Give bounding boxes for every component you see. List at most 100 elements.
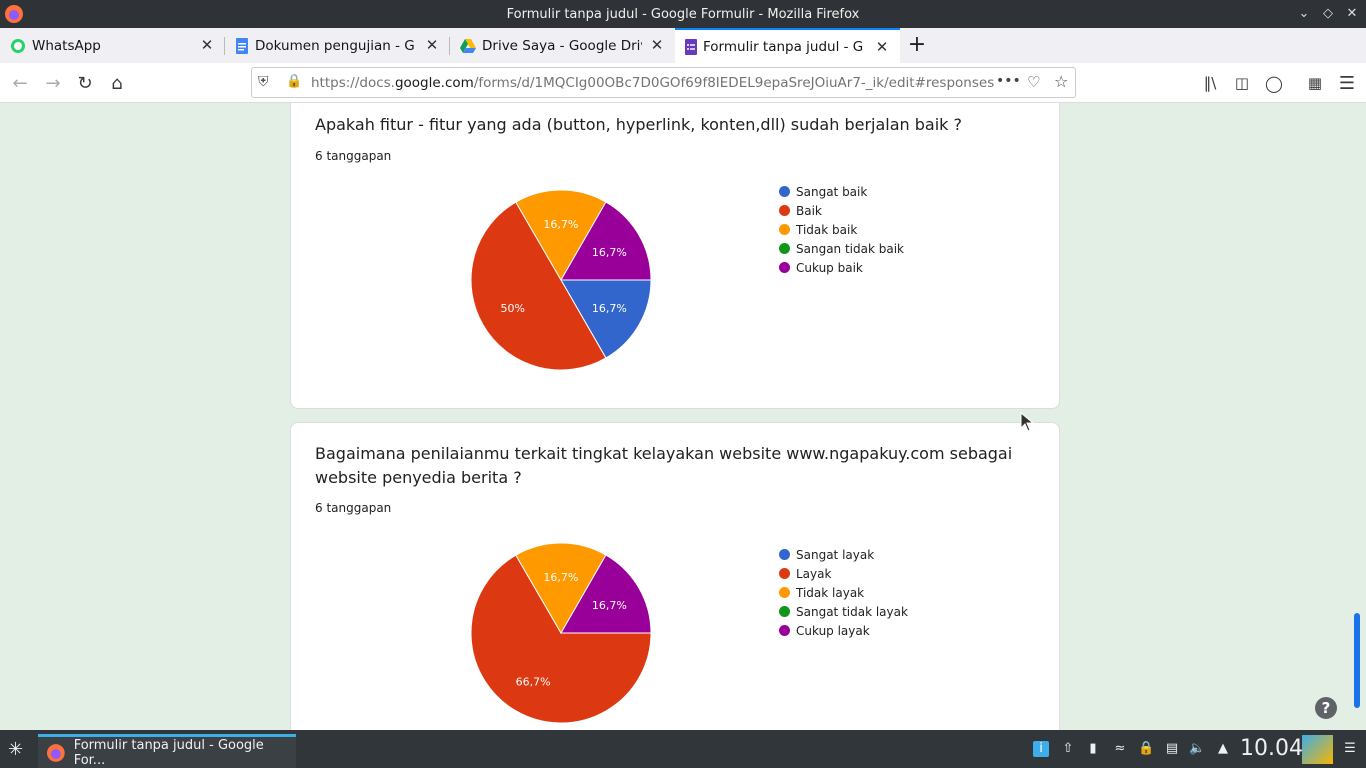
lock-icon[interactable]: 🔒	[286, 74, 302, 89]
pie-slice-label: 16,7%	[543, 571, 578, 584]
tab-formulir[interactable]: Formulir tanpa judul - Goo ✕	[675, 28, 900, 63]
google-drive-icon	[460, 38, 476, 53]
pie-slice-label: 16,7%	[592, 302, 627, 315]
taskbar: ✳ Formulir tanpa judul - Google For... i…	[0, 730, 1366, 768]
library-icon[interactable]: ‖\	[1198, 71, 1222, 95]
legend-dot	[779, 186, 790, 197]
home-icon[interactable]: ⌂	[105, 71, 129, 95]
sidebar-icon[interactable]: ◫	[1230, 71, 1254, 95]
question-title-line: Bagaimana penilaianmu terkait tingkat ke…	[315, 444, 1013, 463]
firefox-icon	[46, 743, 65, 762]
account-icon[interactable]: ◯	[1262, 71, 1286, 95]
volume-tray-icon[interactable]: 🔈	[1189, 741, 1205, 757]
legend-label: Cukup baik	[796, 260, 863, 275]
legend-label: Sangat baik	[796, 184, 868, 199]
shield-icon[interactable]: ⛨	[258, 74, 269, 90]
window-titlebar: Formulir tanpa judul - Google Formulir -…	[0, 0, 1366, 28]
tab-label: WhatsApp	[32, 37, 101, 54]
legend-dot	[779, 262, 790, 273]
legend-label: Layak	[796, 566, 832, 581]
response-count: 6 tanggapan	[315, 149, 392, 163]
pocket-icon[interactable]: ♡	[1027, 73, 1040, 91]
legend-item: Layak	[779, 564, 908, 583]
legend-item: Sangat baik	[779, 182, 904, 201]
question-title: Bagaimana penilaianmu terkait tingkat ke…	[315, 442, 1012, 490]
legend-label: Tidak baik	[796, 222, 858, 237]
tab-label: Drive Saya - Google Drive	[482, 37, 642, 54]
legend-label: Tidak layak	[796, 585, 865, 600]
bookmark-star-icon[interactable]: ☆	[1054, 72, 1068, 91]
url-text[interactable]: https://docs.google.com/forms/d/1MQCIg00…	[311, 75, 994, 91]
panel-menu-icon[interactable]: ☰	[1342, 741, 1358, 757]
page-actions-icon[interactable]: •••	[996, 73, 1021, 89]
legend-dot	[779, 205, 790, 216]
lock-tray-icon[interactable]: 🔒	[1138, 741, 1154, 757]
question-card: Bagaimana penilaianmu terkait tingkat ke…	[290, 422, 1060, 730]
close-tab-icon[interactable]: ✕	[649, 37, 665, 53]
info-tray-icon[interactable]: i	[1033, 741, 1049, 757]
reload-icon[interactable]: ↻	[73, 71, 97, 95]
legend-label: Cukup layak	[796, 623, 870, 638]
legend-label: Baik	[796, 203, 822, 218]
legend-dot	[779, 606, 790, 617]
menu-icon[interactable]: ☰	[1335, 71, 1359, 95]
legend-dot	[779, 549, 790, 560]
wifi-tray-icon[interactable]: ≈	[1112, 741, 1128, 757]
close-tab-icon[interactable]: ✕	[424, 37, 440, 53]
desktop-preview-icon[interactable]	[1302, 735, 1333, 764]
taskbar-task[interactable]: Formulir tanpa judul - Google For...	[38, 734, 296, 768]
updates-tray-icon[interactable]: ⇧	[1060, 741, 1076, 757]
page-scrollbar[interactable]	[1354, 613, 1360, 708]
back-icon[interactable]: ←	[8, 71, 32, 95]
google-docs-icon	[236, 37, 248, 54]
close-tab-icon[interactable]: ✕	[874, 39, 890, 55]
expand-tray-icon[interactable]: ▲	[1215, 741, 1231, 757]
pie-slice-label: 50%	[500, 302, 524, 315]
legend-dot	[779, 587, 790, 598]
battery-tray-icon[interactable]: ▮	[1085, 741, 1101, 757]
mouse-cursor-icon	[1020, 412, 1034, 432]
tab-whatsapp[interactable]: WhatsApp ✕	[0, 28, 225, 63]
clock[interactable]: 10.04	[1240, 736, 1303, 761]
response-count: 6 tanggapan	[315, 501, 392, 515]
firefox-icon	[5, 5, 23, 23]
forms-responses-page: Apakah fitur - fitur yang ada (button, h…	[0, 103, 1366, 730]
clipboard-tray-icon[interactable]: ▤	[1164, 741, 1180, 757]
legend-item: Sangat tidak layak	[779, 602, 908, 621]
question-title-line: website penyedia berita ?	[315, 468, 522, 487]
pie-slice-label: 16,7%	[543, 218, 578, 231]
legend-item: Tidak layak	[779, 583, 908, 602]
legend-dot	[779, 568, 790, 579]
task-label: Formulir tanpa judul - Google For...	[73, 737, 264, 768]
tab-drive[interactable]: Drive Saya - Google Drive ✕	[450, 28, 675, 63]
legend-label: Sangan tidak baik	[796, 241, 904, 256]
extensions-icon[interactable]: ▦	[1303, 71, 1327, 95]
tab-label: Dokumen pengujian - Goo	[255, 37, 415, 54]
help-icon[interactable]: ?	[1315, 697, 1337, 719]
pie-chart: 16,7% 50% 16,7% 16,7%	[470, 189, 652, 371]
question-card: Apakah fitur - fitur yang ada (button, h…	[290, 103, 1060, 409]
pie-slice-label: 16,7%	[592, 246, 627, 259]
minimize-icon[interactable]: ⌄	[1296, 6, 1312, 22]
pie-slice-label: 66,7%	[516, 675, 551, 688]
address-bar[interactable]: ⛨ 🔒 https://docs.google.com/forms/d/1MQC…	[251, 67, 1076, 98]
whatsapp-icon	[11, 38, 25, 53]
application-launcher-icon[interactable]: ✳	[8, 739, 23, 760]
legend-label: Sangat tidak layak	[796, 604, 908, 619]
tab-dokumen[interactable]: Dokumen pengujian - Goo ✕	[225, 28, 450, 63]
legend-item: Baik	[779, 201, 904, 220]
legend-item: Tidak baik	[779, 220, 904, 239]
chart-legend: Sangat baik Baik Tidak baik Sangan tidak…	[779, 182, 904, 277]
legend-dot	[779, 243, 790, 254]
window-title: Formulir tanpa judul - Google Formulir -…	[506, 6, 860, 22]
chart-legend: Sangat layak Layak Tidak layak Sangat ti…	[779, 545, 908, 640]
pie-chart: 66,7% 16,7% 16,7%	[470, 542, 652, 724]
google-forms-icon	[685, 38, 697, 55]
maximize-icon[interactable]: ◇	[1320, 6, 1336, 22]
new-tab-button[interactable]: +	[900, 28, 934, 63]
close-tab-icon[interactable]: ✕	[199, 37, 215, 53]
close-window-icon[interactable]: ✕	[1344, 6, 1360, 22]
legend-label: Sangat layak	[796, 547, 875, 562]
forward-icon[interactable]: →	[41, 71, 65, 95]
legend-item: Sangan tidak baik	[779, 239, 904, 258]
